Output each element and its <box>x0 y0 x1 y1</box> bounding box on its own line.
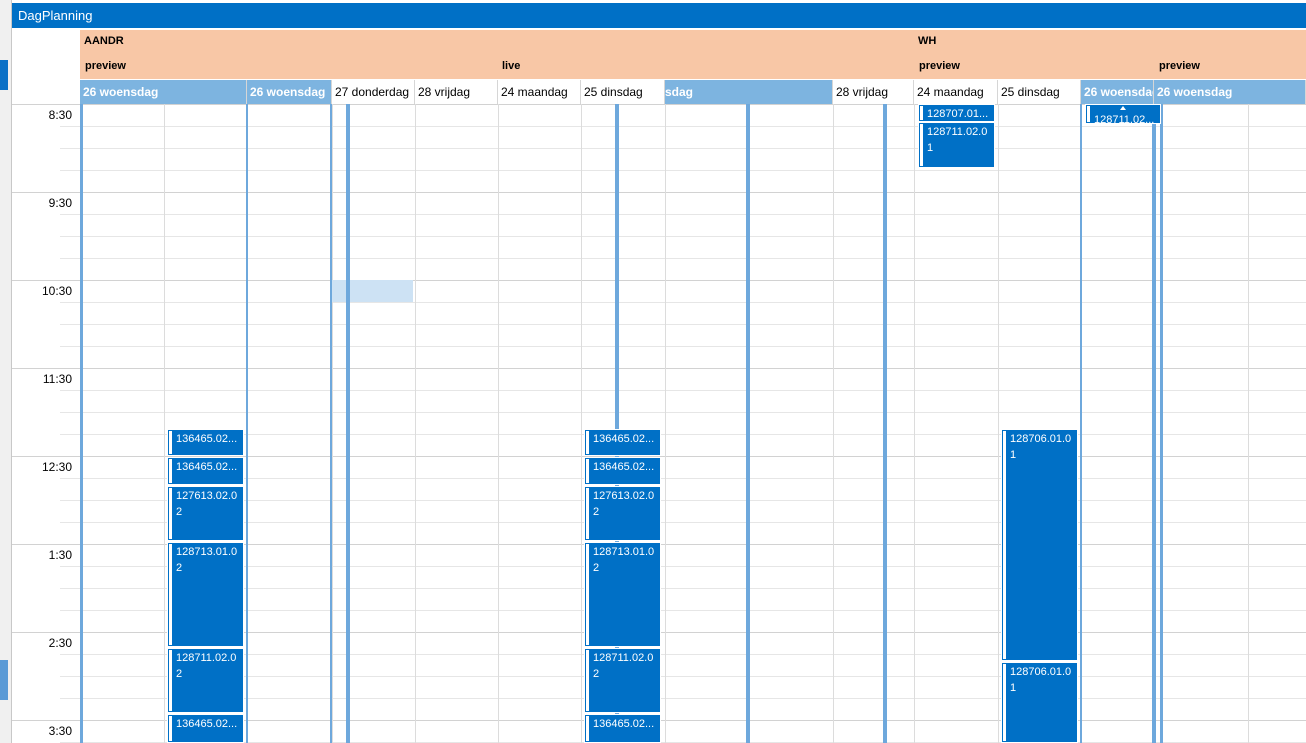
time-label: 8:30 <box>48 108 72 122</box>
grid-column-line <box>332 104 333 743</box>
day-header[interactable]: 26 woensdag <box>80 80 247 104</box>
day-header[interactable]: 26 woensdag <box>247 80 332 104</box>
subgroup-row <box>80 54 1306 79</box>
group-wh[interactable]: WH <box>914 30 1114 54</box>
subgroup-preview[interactable]: preview <box>915 55 1015 79</box>
day-header[interactable]: 25 dinsdag <box>581 80 665 104</box>
day-header[interactable]: sdag <box>665 80 833 104</box>
day-header[interactable]: 28 vrijdag <box>833 80 914 104</box>
grid-column-line <box>1248 104 1249 743</box>
day-header[interactable]: 24 maandag <box>498 80 581 104</box>
time-label: 10:30 <box>41 284 72 298</box>
subgroup-live[interactable]: live <box>498 55 598 79</box>
panel-tab[interactable] <box>0 60 8 90</box>
appointment[interactable]: 128713.01.02 <box>167 542 244 647</box>
appointment[interactable]: 128713.01.02 <box>584 542 661 647</box>
grid-line <box>12 280 1306 281</box>
column-divider <box>1160 104 1163 743</box>
grid-column-line <box>498 104 499 743</box>
appointment[interactable]: 128711.02.02 <box>167 648 244 713</box>
grid-column-line <box>833 104 834 743</box>
time-label: 11:30 <box>42 372 72 386</box>
column-divider <box>1152 104 1156 743</box>
appointment[interactable]: 128706.01.01 <box>1001 429 1078 661</box>
column-divider <box>883 104 887 743</box>
chevron-up-icon <box>1120 106 1126 110</box>
day-header[interactable]: 28 vrijdag <box>415 80 498 104</box>
subgroup-preview[interactable]: preview <box>1155 55 1255 79</box>
left-panel-edge <box>0 0 12 743</box>
column-divider <box>246 104 248 743</box>
column-divider <box>330 104 332 743</box>
grid-column-line <box>998 104 999 743</box>
day-header[interactable]: 26 woensdag <box>1081 80 1154 104</box>
grid-column-line <box>914 104 915 743</box>
appointment[interactable]: 127613.02.02 <box>167 486 244 541</box>
appointment[interactable]: 136465.02... <box>584 429 661 456</box>
column-divider <box>746 104 750 743</box>
appointment[interactable]: 128711.02.02 <box>584 648 661 713</box>
time-label: 3:30 <box>48 724 72 738</box>
column-divider <box>346 104 350 743</box>
grid-column-line <box>164 104 165 743</box>
appointment[interactable]: 128707.01... <box>918 104 995 122</box>
column-divider <box>80 104 83 743</box>
window-title: DagPlanning <box>12 3 1306 28</box>
day-header[interactable]: 25 dinsdag <box>998 80 1081 104</box>
grid-column-line <box>665 104 666 743</box>
time-label: 1:30 <box>48 548 72 562</box>
appointment[interactable]: 127613.02.02 <box>584 486 661 541</box>
appointment[interactable]: 136465.02... <box>167 457 244 485</box>
appointment[interactable]: 136465.02... <box>584 714 661 743</box>
appointment[interactable]: 136465.02... <box>167 714 244 743</box>
grid-column-line <box>581 104 582 743</box>
day-header[interactable]: 27 donderdag <box>332 80 415 104</box>
selected-time-slot[interactable] <box>332 280 413 302</box>
time-label: 2:30 <box>48 636 72 650</box>
day-header[interactable]: 24 maandag <box>914 80 998 104</box>
panel-tab[interactable] <box>0 660 8 700</box>
time-label: 9:30 <box>48 196 72 210</box>
appointment[interactable]: 136465.02... <box>584 457 661 485</box>
time-label: 12:30 <box>41 460 72 474</box>
appointment[interactable]: 128711.02.01 <box>918 122 995 168</box>
grid-line <box>12 368 1306 369</box>
column-divider <box>1080 104 1082 743</box>
grid-column-line <box>415 104 416 743</box>
subgroup-preview[interactable]: preview <box>81 55 181 79</box>
group-aandr[interactable]: AANDR <box>80 30 280 54</box>
appointment[interactable]: 128706.01.01 <box>1001 662 1078 743</box>
grid-line <box>12 192 1306 193</box>
appointment[interactable]: 136465.02... <box>167 429 244 456</box>
day-header[interactable]: 26 woensdag <box>1154 80 1306 104</box>
